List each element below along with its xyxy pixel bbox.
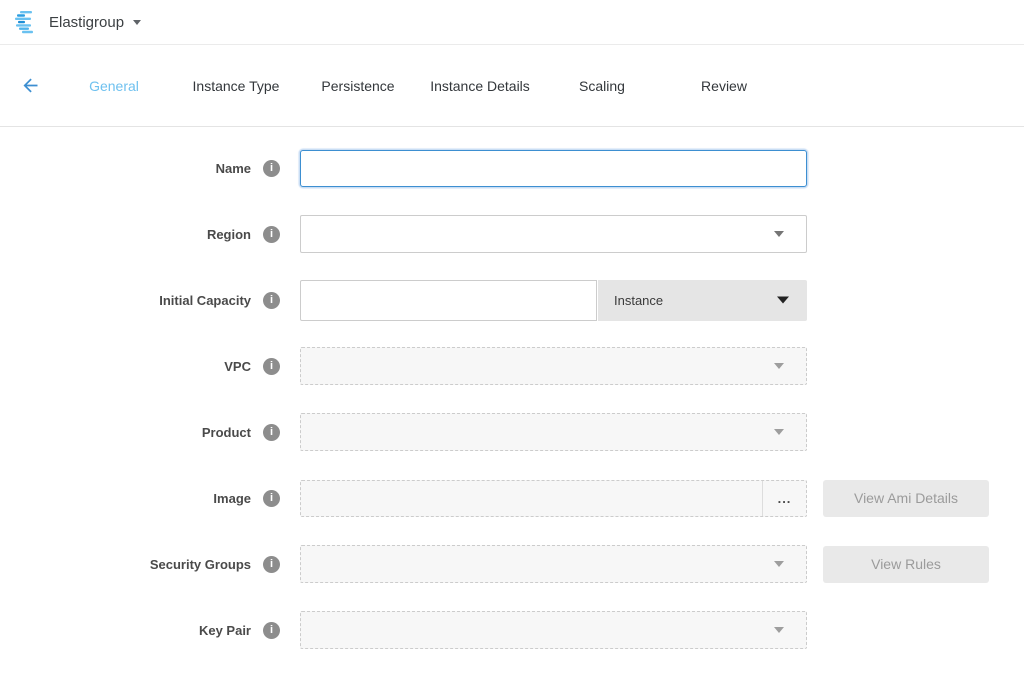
- caret-down-icon: [777, 297, 789, 304]
- caret-down-icon: [774, 627, 784, 633]
- info-icon[interactable]: i: [263, 226, 280, 243]
- caret-down-icon[interactable]: [133, 20, 141, 25]
- product-row: Product i: [0, 412, 1024, 452]
- elastigroup-logo-icon: [13, 10, 39, 34]
- info-icon[interactable]: i: [263, 622, 280, 639]
- image-row: Image i ... View Ami Details: [0, 478, 1024, 518]
- info-icon[interactable]: i: [263, 424, 280, 441]
- vpc-select: [300, 347, 807, 385]
- image-picker: ...: [300, 480, 807, 517]
- view-ami-details-button: View Ami Details: [823, 480, 989, 517]
- region-row: Region i: [0, 214, 1024, 254]
- info-icon[interactable]: i: [263, 292, 280, 309]
- image-browse-button[interactable]: ...: [762, 481, 806, 516]
- security-groups-row: Security Groups i View Rules: [0, 544, 1024, 584]
- product-label: Product: [202, 425, 251, 440]
- name-label: Name: [216, 161, 251, 176]
- image-label: Image: [213, 491, 251, 506]
- tab-review[interactable]: Review: [663, 78, 785, 94]
- arrow-left-icon: [20, 75, 41, 96]
- back-button[interactable]: [16, 72, 44, 100]
- key-pair-row: Key Pair i: [0, 610, 1024, 650]
- initial-capacity-row: Initial Capacity i Instance: [0, 280, 1024, 320]
- tab-general[interactable]: General: [53, 78, 175, 94]
- tab-instance-details[interactable]: Instance Details: [419, 78, 541, 94]
- caret-down-icon: [774, 363, 784, 369]
- tab-persistence[interactable]: Persistence: [297, 78, 419, 94]
- info-icon[interactable]: i: [263, 358, 280, 375]
- name-row: Name i: [0, 148, 1024, 188]
- vpc-label: VPC: [224, 359, 251, 374]
- initial-capacity-input[interactable]: [300, 280, 597, 321]
- caret-down-icon: [774, 561, 784, 567]
- image-picker-value: [301, 481, 762, 516]
- capacity-unit-value: Instance: [614, 293, 663, 308]
- tab-instance-type[interactable]: Instance Type: [175, 78, 297, 94]
- info-icon[interactable]: i: [263, 490, 280, 507]
- view-rules-button: View Rules: [823, 546, 989, 583]
- key-pair-select: [300, 611, 807, 649]
- vpc-row: VPC i: [0, 346, 1024, 386]
- security-groups-label: Security Groups: [150, 557, 251, 572]
- caret-down-icon: [774, 429, 784, 435]
- info-icon[interactable]: i: [263, 556, 280, 573]
- tab-scaling[interactable]: Scaling: [541, 78, 663, 94]
- region-label: Region: [207, 227, 251, 242]
- info-icon[interactable]: i: [263, 160, 280, 177]
- top-bar: Elastigroup: [0, 0, 1024, 45]
- capacity-unit-select[interactable]: Instance: [598, 280, 807, 321]
- region-select[interactable]: [300, 215, 807, 253]
- tab-list: General Instance Type Persistence Instan…: [53, 78, 785, 94]
- caret-down-icon: [774, 231, 784, 237]
- key-pair-label: Key Pair: [199, 623, 251, 638]
- general-settings-form: Name i Region i Initial Capacity i Insta…: [0, 127, 1024, 650]
- initial-capacity-label: Initial Capacity: [159, 293, 251, 308]
- product-select: [300, 413, 807, 451]
- name-input[interactable]: [300, 150, 807, 187]
- security-groups-select: [300, 545, 807, 583]
- app-title[interactable]: Elastigroup: [49, 14, 124, 31]
- wizard-tab-bar: General Instance Type Persistence Instan…: [0, 45, 1024, 127]
